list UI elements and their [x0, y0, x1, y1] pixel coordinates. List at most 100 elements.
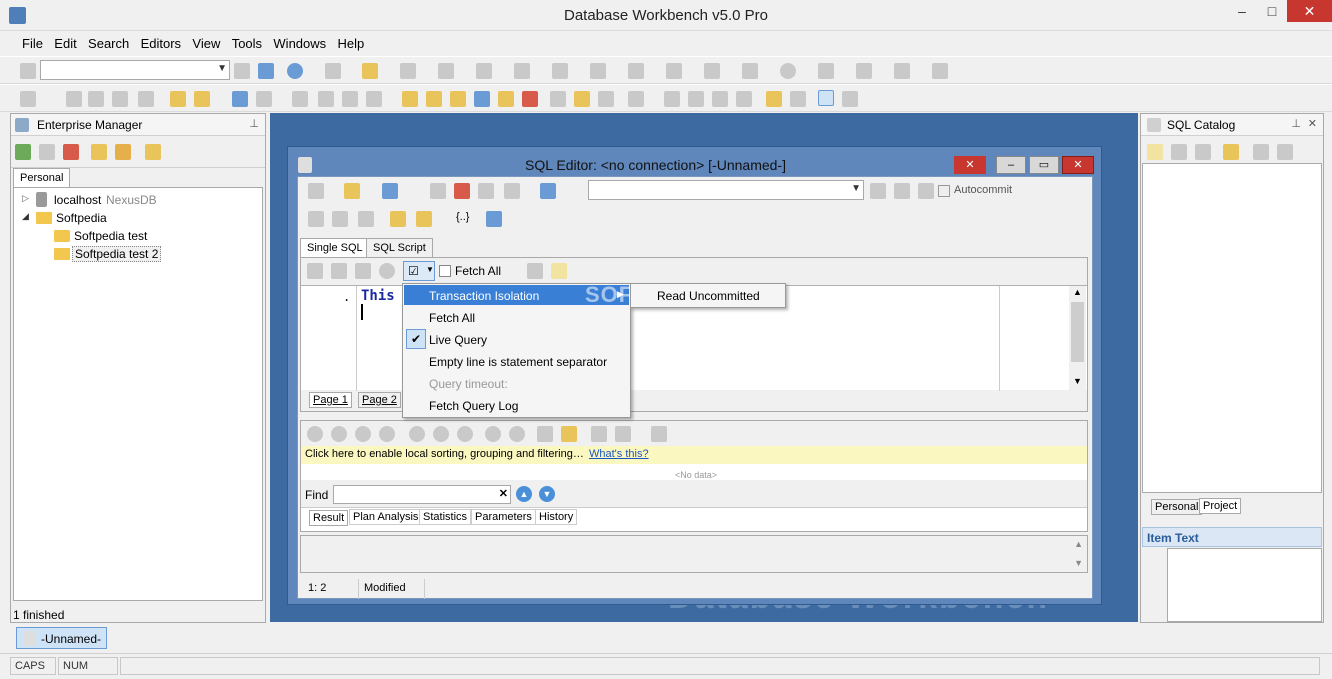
tab-single-sql[interactable]: Single SQL — [300, 238, 370, 257]
execute-icon[interactable] — [307, 263, 323, 279]
editor-connection-combo[interactable]: ▼ — [588, 180, 864, 200]
history-icon[interactable] — [527, 263, 543, 279]
refresh-data-icon[interactable] — [485, 426, 501, 442]
menu-editors[interactable]: Editors — [137, 33, 185, 54]
transaction-icon[interactable] — [504, 183, 520, 199]
stop-icon[interactable] — [379, 263, 395, 279]
menu-search[interactable]: Search — [84, 33, 133, 54]
designer-icon[interactable] — [402, 91, 418, 107]
new-item-icon[interactable] — [145, 144, 161, 160]
debugger-icon[interactable] — [628, 91, 644, 107]
link-icon[interactable] — [478, 183, 494, 199]
menu-help[interactable]: Help — [334, 33, 369, 54]
print-icon[interactable] — [20, 91, 36, 107]
data-pump-icon[interactable] — [426, 91, 442, 107]
menu-item-transaction-isolation[interactable]: Transaction Isolation — [429, 289, 539, 303]
tab-catalog-project[interactable]: Project — [1199, 498, 1242, 514]
tab-catalog-personal[interactable]: Personal — [1151, 499, 1203, 515]
connect-icon[interactable] — [234, 63, 250, 79]
last-record-icon[interactable] — [379, 426, 395, 442]
find-next-icon[interactable]: ▼ — [539, 486, 555, 502]
new-icon[interactable] — [308, 183, 324, 199]
find-next-icon[interactable] — [318, 91, 334, 107]
remove-server-icon[interactable] — [63, 144, 79, 160]
edit-icon[interactable] — [358, 211, 374, 227]
catalog-run-icon[interactable] — [1253, 144, 1269, 160]
catalog-step-icon[interactable] — [1277, 144, 1293, 160]
catalog-folder-icon[interactable] — [1223, 144, 1239, 160]
plan-icon[interactable] — [355, 263, 371, 279]
msg-scroll-up-icon[interactable]: ▲ — [1074, 539, 1083, 549]
database-icon[interactable] — [498, 91, 514, 107]
menu-view[interactable]: View — [188, 33, 224, 54]
tab-personal[interactable]: Personal — [13, 168, 71, 187]
constraint-icon[interactable] — [742, 63, 758, 79]
catalog-tree[interactable] — [1142, 163, 1322, 493]
scroll-thumb[interactable] — [1071, 302, 1084, 362]
menu-item-empty-line-separator[interactable]: Empty line is statement separator — [429, 355, 607, 369]
menu-item-read-uncommitted[interactable]: Read Uncommitted — [657, 289, 760, 303]
exception-icon[interactable] — [780, 63, 796, 79]
compare-icon[interactable] — [474, 91, 490, 107]
tree-item-localhost[interactable]: localhost — [54, 193, 101, 207]
menu-edit[interactable]: Edit — [50, 33, 80, 54]
paste-special-icon[interactable] — [112, 91, 128, 107]
find-icon[interactable] — [292, 91, 308, 107]
trigger-icon[interactable] — [552, 63, 568, 79]
paste-icon[interactable] — [170, 91, 186, 107]
page-tab-1[interactable]: Page 1 — [309, 392, 352, 408]
execute-step-icon[interactable] — [331, 263, 347, 279]
export-icon[interactable] — [450, 91, 466, 107]
minimize-button[interactable]: – — [1227, 0, 1257, 22]
edit-server-icon[interactable] — [39, 144, 55, 160]
pin-icon[interactable]: ⊥ — [1291, 117, 1301, 130]
options-dropdown-button[interactable]: ☑ ▼ — [403, 261, 435, 281]
procedure-icon[interactable] — [476, 63, 492, 79]
tab-history[interactable]: History — [535, 509, 578, 525]
index-icon[interactable] — [704, 63, 720, 79]
add-param-icon[interactable] — [430, 183, 446, 199]
refresh-icon[interactable] — [918, 183, 934, 199]
tab-plan-analysis[interactable]: Plan Analysis — [349, 509, 423, 525]
tree-item-softpedia[interactable]: Softpedia — [56, 211, 107, 225]
rollback-icon[interactable] — [894, 183, 910, 199]
code-icon[interactable] — [666, 63, 682, 79]
step-icon[interactable] — [664, 91, 680, 107]
add-folder-icon[interactable] — [91, 144, 107, 160]
remove-folder-icon[interactable] — [115, 144, 131, 160]
delete-icon[interactable] — [457, 426, 473, 442]
notes-icon[interactable] — [561, 426, 577, 442]
edit-icon[interactable] — [138, 91, 154, 107]
print-grid-icon[interactable] — [591, 426, 607, 442]
autocommit-checkbox[interactable] — [938, 185, 950, 197]
cut-icon[interactable] — [66, 91, 82, 107]
cancel-edit-icon[interactable] — [509, 426, 525, 442]
new-statement-icon[interactable] — [551, 263, 567, 279]
save-icon[interactable] — [382, 183, 398, 199]
find-prev-icon[interactable] — [366, 91, 382, 107]
sql-minimize-button[interactable]: – — [996, 156, 1026, 174]
undo-icon[interactable] — [232, 91, 248, 107]
close-button[interactable]: ✕ — [1287, 0, 1332, 22]
post-icon[interactable] — [409, 426, 425, 442]
connection-combo[interactable]: ▼ — [40, 60, 230, 80]
open-icon[interactable] — [344, 183, 360, 199]
commit-icon[interactable] — [870, 183, 886, 199]
format-icon[interactable] — [194, 91, 210, 107]
fetch-all-checkbox[interactable] — [439, 265, 451, 277]
grant-icon[interactable] — [894, 63, 910, 79]
replace-icon[interactable] — [342, 91, 358, 107]
domain-icon[interactable] — [628, 63, 644, 79]
sql-maximize-button[interactable]: ▭ — [1029, 156, 1059, 174]
remove-param-icon[interactable] — [454, 183, 470, 199]
disconnect-icon[interactable] — [258, 63, 274, 79]
stop-icon[interactable] — [688, 91, 704, 107]
window-icon[interactable] — [790, 91, 806, 107]
expand-icon[interactable]: ▷ — [22, 193, 29, 204]
export-grid-icon[interactable] — [615, 426, 631, 442]
paste-icon[interactable] — [390, 211, 406, 227]
import-icon[interactable] — [651, 426, 667, 442]
tab-sql-script[interactable]: SQL Script — [366, 238, 433, 257]
report-icon[interactable] — [550, 91, 566, 107]
edit-record-icon[interactable] — [537, 426, 553, 442]
